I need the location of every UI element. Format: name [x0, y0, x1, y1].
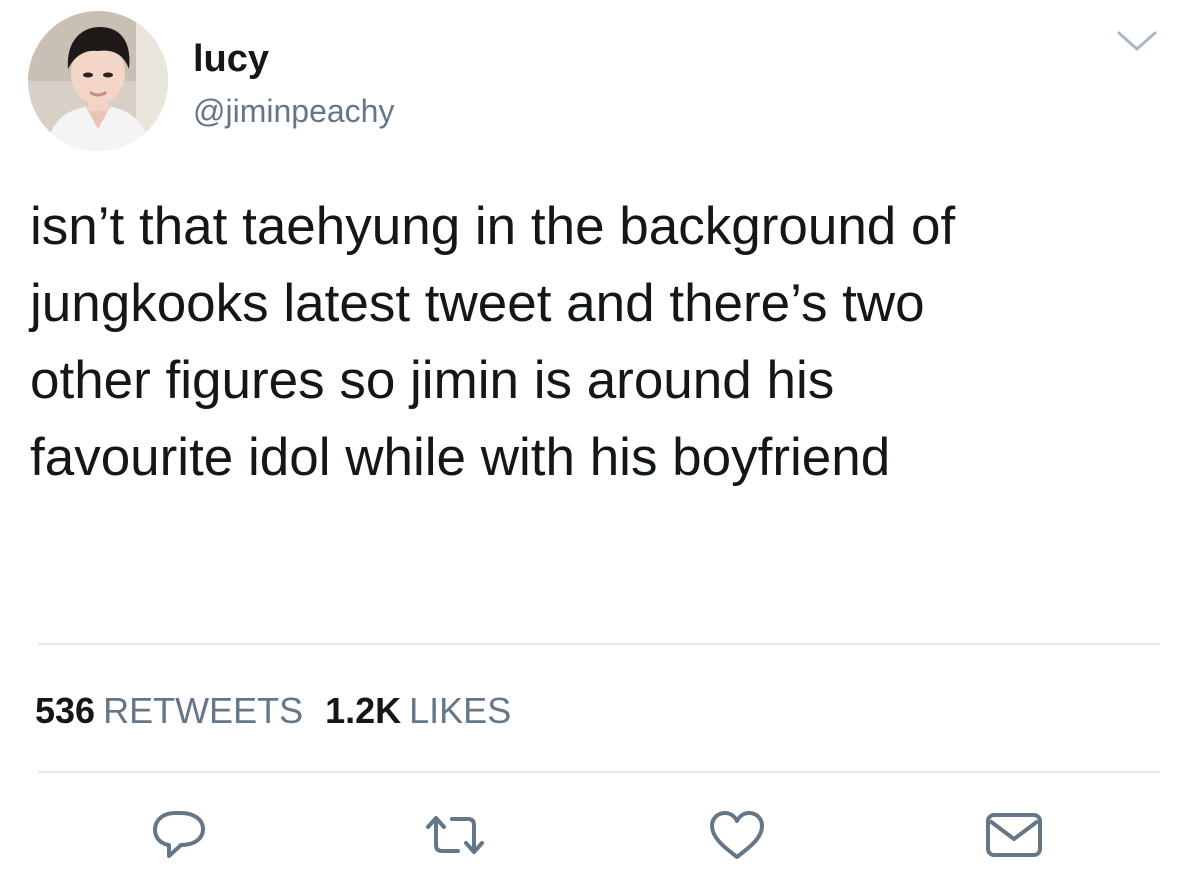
retweets-count: 536 — [35, 690, 96, 731]
likes-count: 1.2K — [325, 690, 402, 731]
retweets-label: RETWEETS — [103, 690, 304, 731]
avatar[interactable] — [28, 11, 168, 151]
direct-message-button[interactable] — [979, 805, 1049, 865]
envelope-icon — [986, 813, 1042, 857]
reply-icon — [153, 811, 205, 858]
tweet-stats: 536 RETWEETS 1.2K LIKES — [35, 691, 533, 731]
retweet-icon — [426, 816, 484, 854]
avatar-photo — [28, 11, 168, 151]
display-name[interactable]: lucy — [193, 40, 269, 78]
divider — [38, 643, 1160, 645]
heart-icon — [710, 811, 764, 859]
divider — [38, 771, 1160, 773]
likes-stat[interactable]: 1.2K LIKES — [325, 691, 511, 731]
retweets-stat[interactable]: 536 RETWEETS — [35, 691, 303, 731]
like-button[interactable] — [702, 805, 772, 865]
retweet-button[interactable] — [420, 805, 490, 865]
user-handle[interactable]: @jiminpeachy — [193, 95, 394, 127]
tweet-text: isn’t that taehyung in the background of… — [30, 197, 956, 487]
chevron-down-icon[interactable] — [1115, 27, 1159, 55]
reply-button[interactable] — [144, 805, 214, 865]
likes-label: LIKES — [409, 690, 512, 731]
